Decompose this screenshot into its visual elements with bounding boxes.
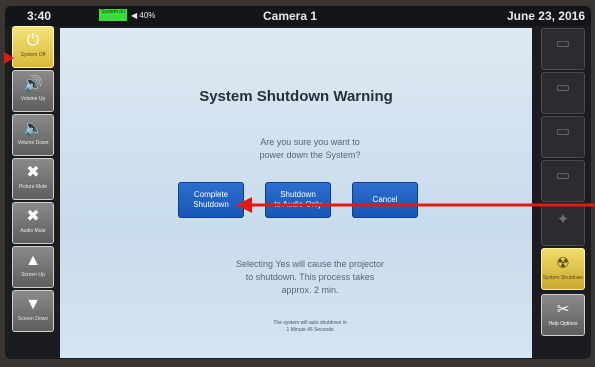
annotation-arrows (4, 52, 595, 213)
annotation-arrow-left-head (4, 52, 14, 64)
annotation-arrow-main-head (236, 197, 252, 213)
